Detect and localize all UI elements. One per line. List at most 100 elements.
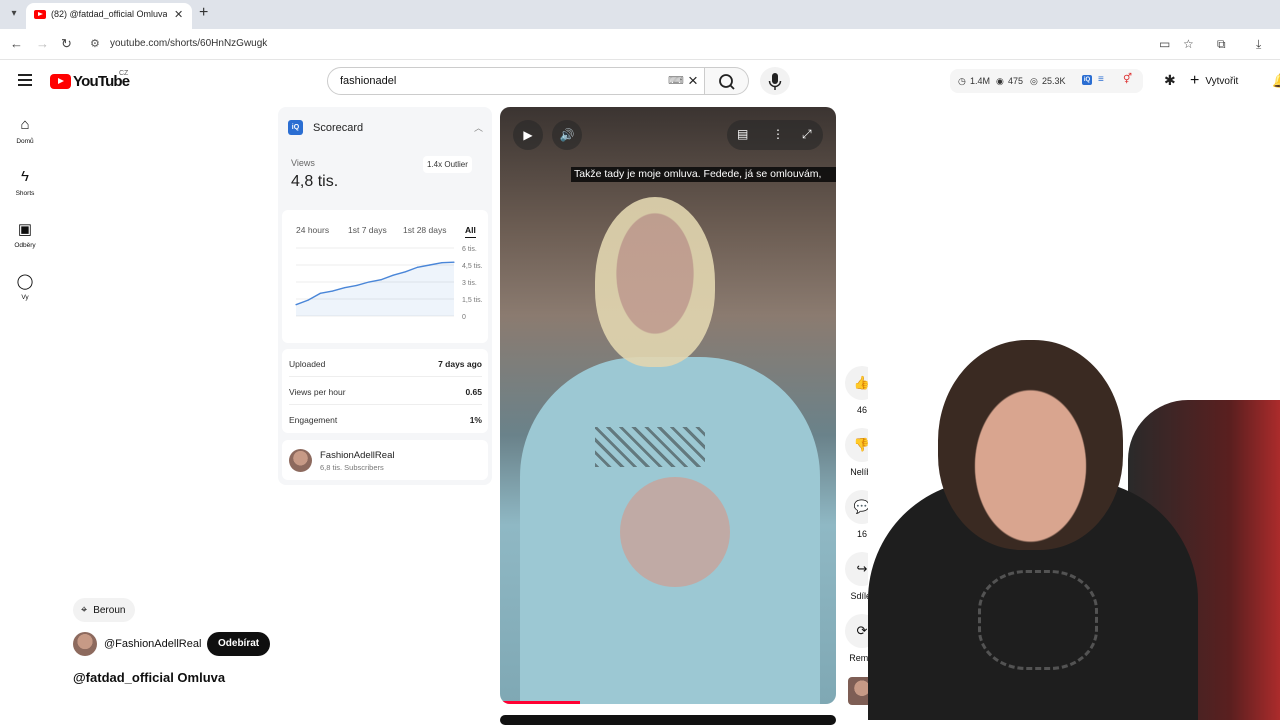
bookmark-star-icon[interactable]: ☆	[1183, 37, 1194, 51]
webcam-person-head	[938, 340, 1123, 550]
forward-icon[interactable]: →	[36, 37, 49, 51]
captions-icon[interactable]: ▤	[737, 127, 748, 141]
sidebar-item-you[interactable]: ◯ Vy	[0, 272, 50, 301]
video-caption: Takže tady je moje omluva. Fedede, já se…	[571, 167, 836, 182]
iq-extension-icon[interactable]: iQ	[1082, 75, 1092, 85]
back-icon[interactable]: ←	[10, 37, 23, 51]
volume-button[interactable]: 🔊	[552, 120, 582, 150]
viewers-icon: ◎	[1030, 76, 1038, 86]
extensions-icon[interactable]: ⧉	[1217, 37, 1226, 52]
tab-close-icon[interactable]: ✕	[174, 8, 183, 21]
gender-icon[interactable]: ⚥	[1123, 74, 1132, 85]
clock-icon: ◷	[958, 76, 966, 86]
url-field[interactable]: youtube.com/shorts/60HnNzGwugk	[110, 38, 267, 49]
youtube-play-icon	[50, 73, 71, 89]
channel-avatar[interactable]	[73, 632, 97, 656]
video-progress-bar[interactable]	[500, 701, 580, 704]
chart-y-tick-label: 0	[462, 314, 466, 321]
clear-search-icon[interactable]: ×	[688, 71, 698, 91]
stat-views: 1.4M	[970, 76, 991, 86]
stat-row-label: Views per hour	[289, 387, 346, 397]
studio-icon[interactable]: ✱	[1164, 72, 1176, 89]
chart-data-point	[295, 304, 297, 306]
views-value: 4,8 tis.	[291, 173, 339, 190]
sidebar-item-shorts[interactable]: ϟ Shorts	[0, 168, 50, 197]
sidebar-item-subscriptions[interactable]: ▣ Odběry	[0, 220, 50, 249]
search-box[interactable]: fashionadel ⌨ ×	[327, 67, 705, 95]
tab-first-7-days[interactable]: 1st 7 days	[348, 225, 387, 235]
scorecard-title: Scorecard	[313, 122, 364, 134]
chart-data-point	[356, 284, 358, 286]
download-icon[interactable]: ⤓	[1256, 37, 1261, 52]
hamburger-menu-icon[interactable]	[18, 74, 32, 86]
chart-data-point	[331, 290, 334, 292]
tab-first-28-days[interactable]: 1st 28 days	[403, 225, 446, 235]
subscribe-button[interactable]: Odebírat	[207, 632, 271, 656]
iq-logo-icon: iQ	[288, 120, 303, 135]
tab-all[interactable]: All	[465, 225, 476, 238]
player-controls: ▤ ⋮ ⤢	[727, 120, 823, 150]
outlier-badge: 1.4x Outlier	[423, 156, 472, 173]
chart-data-point	[416, 266, 419, 268]
keyboard-icon[interactable]: ⌨	[668, 74, 684, 87]
stat-row-value: 1%	[469, 415, 482, 425]
fullscreen-icon[interactable]: ⤢	[802, 127, 812, 142]
cast-icon[interactable]: ▭	[1159, 37, 1170, 51]
stat-row-label: Engagement	[289, 415, 338, 425]
sidebar-item-home[interactable]: ⌂ Domů	[0, 116, 50, 145]
views-chart-card: 24 hours 1st 7 days 1st 28 days All 0 1,5…	[282, 210, 488, 343]
chart-data-point	[392, 274, 394, 276]
scorecard-channel[interactable]: FashionAdellReal 6,8 tis. Subscribers	[282, 440, 488, 480]
extension-stats-pill[interactable]: ◷ 1.4M ◉ 475 ◎ 25.3K iQ ≡ ⚥	[950, 69, 1143, 93]
chart-data-point	[380, 279, 382, 281]
voice-search-button[interactable]	[760, 67, 790, 95]
location-chip[interactable]: ⌖ Beroun	[73, 598, 136, 622]
site-info-icon[interactable]: ⚙	[90, 37, 100, 50]
channel-handle[interactable]: @FashionAdellReal	[104, 638, 201, 650]
eye-icon: ◉	[996, 76, 1004, 86]
chart-data-point	[368, 281, 370, 283]
create-button[interactable]: + Vytvořit	[1190, 68, 1238, 94]
chart-y-tick-label: 6 tis.	[462, 246, 477, 253]
more-options-icon[interactable]: ⋮	[772, 127, 784, 141]
address-bar: ← → ↻ ⚙ youtube.com/shorts/60HnNzGwugk ▭…	[0, 29, 1280, 60]
tab-search-icon[interactable]: ▾	[6, 6, 22, 22]
search-icon	[719, 74, 735, 90]
browser-tab[interactable]: (82) @fatdad_official Omluva - ✕	[26, 3, 192, 29]
microphone-icon	[768, 73, 782, 90]
scorecard-channel-subs: 6,8 tis. Subscribers	[320, 463, 384, 472]
plus-icon: +	[1190, 72, 1200, 89]
stat-watching: 475	[1008, 76, 1024, 86]
video-frame-hands	[620, 477, 730, 587]
youtube-logo[interactable]: YouTube	[50, 72, 130, 90]
home-icon: ⌂	[20, 116, 30, 133]
play-button[interactable]: ▶	[513, 120, 543, 150]
streamer-webcam-overlay	[868, 330, 1280, 720]
create-label: Vytvořit	[1205, 75, 1239, 87]
views-line-chart: 0 1,5 tis. 3 tis. 4,5 tis. 6 tis.	[295, 246, 483, 321]
region-code: CZ	[119, 70, 129, 77]
chart-data-point	[319, 292, 321, 294]
new-tab-icon[interactable]: +	[199, 5, 208, 21]
scorecard-channel-name: FashionAdellReal	[320, 450, 395, 461]
shorts-video-player[interactable]: ▶ 🔊 ▤ ⋮ ⤢ Takže tady je moje omluva. Fed…	[500, 107, 836, 704]
next-short-preview[interactable]	[500, 715, 836, 725]
stat-row-label: Uploaded	[289, 359, 326, 369]
sidebar-item-label: Odběry	[14, 242, 36, 249]
notifications-bell-icon[interactable]: 🔔	[1272, 72, 1280, 89]
collapse-chevron-icon[interactable]: ︿	[474, 121, 483, 134]
list-icon[interactable]: ≡	[1098, 74, 1104, 85]
youtube-favicon-icon	[34, 10, 46, 19]
sidebar-item-label: Domů	[16, 138, 34, 145]
stat-row-value: 0.65	[465, 387, 482, 397]
search-button[interactable]	[705, 67, 749, 95]
chart-area-fill	[296, 262, 454, 316]
reload-icon[interactable]: ↻	[61, 37, 72, 51]
tab-24-hours[interactable]: 24 hours	[296, 225, 329, 235]
shorts-icon: ϟ	[21, 168, 29, 185]
search-input[interactable]: fashionadel	[340, 75, 396, 87]
stat-row-uploaded: Uploaded 7 days ago	[289, 349, 482, 377]
stat-viewers: 25.3K	[1042, 76, 1066, 86]
chart-y-tick-label: 1,5 tis.	[462, 297, 483, 304]
sidebar-item-label: Shorts	[15, 190, 35, 197]
